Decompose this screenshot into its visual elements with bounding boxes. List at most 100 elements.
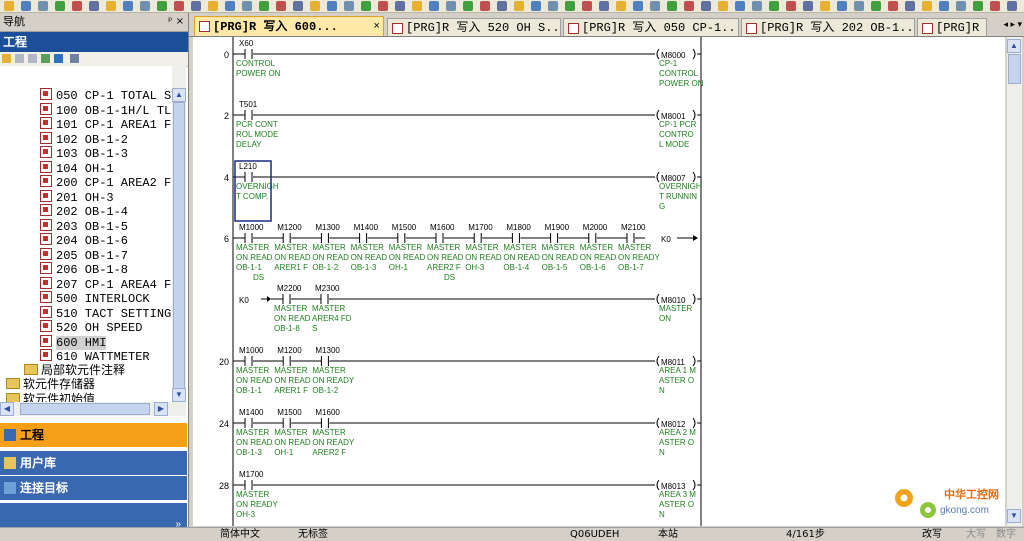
toolbar-icon[interactable]: [72, 1, 82, 11]
toolbar-icon[interactable]: [786, 1, 796, 11]
toolbar-icon[interactable]: [514, 1, 524, 11]
toolbar-icon[interactable]: [633, 1, 643, 11]
tab-program-4[interactable]: [PRG]R: [917, 18, 987, 36]
toolbar-icon[interactable]: [106, 1, 116, 11]
toolbar-icon[interactable]: [990, 1, 1000, 11]
tab-program-2[interactable]: [PRG]R 写入 050 CP-1...: [563, 18, 739, 36]
hscroll-thumb[interactable]: [20, 403, 150, 415]
tree-item[interactable]: 500 INTERLOCK: [40, 291, 150, 306]
pin-icon[interactable]: ᵖ: [168, 16, 172, 27]
toolbar-icon[interactable]: [922, 1, 932, 11]
toolbar-icon[interactable]: [191, 1, 201, 11]
coil-symbol[interactable]: [656, 417, 660, 429]
tree-item[interactable]: 200 CP-1 AREA2 FDS: [40, 175, 172, 190]
toolbar-icon[interactable]: [616, 1, 626, 11]
tree-item[interactable]: 050 CP-1 TOTAL STA: [40, 88, 172, 103]
nav-button-library[interactable]: 用户库: [0, 451, 187, 475]
editor-scroll-thumb[interactable]: [1008, 54, 1021, 84]
coil-symbol[interactable]: [656, 48, 660, 60]
toolbar-icon[interactable]: [140, 1, 150, 11]
toolbar-icon[interactable]: [327, 1, 337, 11]
tree-item[interactable]: 201 OH-3: [40, 189, 114, 205]
toolbar-icon[interactable]: [225, 1, 235, 11]
coil-symbol[interactable]: [692, 479, 696, 491]
nav-button-connection[interactable]: 连接目标: [0, 476, 187, 500]
coil-symbol[interactable]: [692, 48, 696, 60]
toolbar-icon[interactable]: [854, 1, 864, 11]
toolbar-icon[interactable]: [837, 1, 847, 11]
tree-item[interactable]: 204 OB-1-6: [40, 233, 128, 248]
toolbar-icon[interactable]: [55, 1, 65, 11]
toolbar-icon[interactable]: [293, 1, 303, 11]
toolbar-icon[interactable]: [582, 1, 592, 11]
tree-item[interactable]: 205 OB-1-7: [40, 247, 128, 263]
toolbar-icon[interactable]: [565, 1, 575, 11]
tree-item[interactable]: 101 CP-1 AREA1 FDS: [40, 117, 172, 132]
navigator-vertical-scrollbar[interactable]: ▲ ▼: [172, 66, 186, 402]
toolbar-icon[interactable]: [905, 1, 915, 11]
coil-symbol[interactable]: [692, 109, 696, 121]
ladder-diagram[interactable]: 0X60CONTROLPOWER ONM8000CP-1CONTROLPOWER…: [193, 37, 1005, 526]
tree-item[interactable]: 206 OB-1-8: [40, 262, 128, 277]
toolbar-icon[interactable]: [803, 1, 813, 11]
scroll-left-icon[interactable]: ◀: [0, 402, 14, 416]
refresh-icon[interactable]: [54, 54, 63, 63]
toolbar-icon[interactable]: [650, 1, 660, 11]
tree-item[interactable]: 104 OH-1: [40, 160, 114, 176]
ladder-editor[interactable]: 0 X60 CONTROL POWER ON M8000 CP-1 CONTROL POWER…: [193, 37, 1005, 526]
editor-scroll-up-icon[interactable]: ▲: [1007, 39, 1021, 53]
coil-symbol[interactable]: [656, 109, 660, 121]
tab-navigation-icon[interactable]: ◂ ▸ ▾: [1003, 19, 1022, 30]
coil-symbol[interactable]: [692, 417, 696, 429]
tree-item[interactable]: 102 OB-1-2: [40, 131, 128, 147]
toolbar-icon[interactable]: [684, 1, 694, 11]
editor-vertical-scrollbar[interactable]: ▲ ▼: [1007, 37, 1022, 526]
scroll-right-icon[interactable]: ▶: [154, 402, 168, 416]
toolbar-icon[interactable]: [242, 1, 252, 11]
toolbar-icon[interactable]: [361, 1, 371, 11]
nav-button-project[interactable]: 工程: [0, 423, 187, 447]
toolbar-icon[interactable]: [412, 1, 422, 11]
toolbar-icon[interactable]: [939, 1, 949, 11]
toolbar-icon[interactable]: [208, 1, 218, 11]
toolbar-icon[interactable]: [276, 1, 286, 11]
toolbar-icon[interactable]: [735, 1, 745, 11]
tree-item[interactable]: 局部软元件注释: [24, 363, 125, 378]
toolbar-icon[interactable]: [701, 1, 711, 11]
tab-close-icon[interactable]: ×: [373, 17, 380, 36]
tree-item[interactable]: 100 OB-1-1H/L TL-1: [40, 102, 172, 118]
toolbar-icon[interactable]: [123, 1, 133, 11]
close-icon[interactable]: ×: [176, 16, 184, 27]
coil-symbol[interactable]: [656, 171, 660, 183]
copy-icon[interactable]: [15, 54, 24, 63]
tree-item[interactable]: 610 WATTMETER: [40, 349, 150, 364]
toolbar-icon[interactable]: [259, 1, 269, 11]
sort-icon[interactable]: [70, 54, 79, 63]
toolbar-icon[interactable]: [752, 1, 762, 11]
tab-program-1[interactable]: [PRG]R 写入 520 OH S...: [387, 18, 561, 36]
toolbar-icon[interactable]: [4, 1, 14, 11]
toolbar-icon[interactable]: [1007, 1, 1017, 11]
toolbar-icon[interactable]: [956, 1, 966, 11]
scroll-up-icon[interactable]: ▲: [172, 88, 186, 102]
new-icon[interactable]: [2, 54, 11, 63]
toolbar-icon[interactable]: [718, 1, 728, 11]
tree-item[interactable]: 软元件存储器: [6, 378, 95, 392]
toolbar-icon[interactable]: [667, 1, 677, 11]
toolbar-icon[interactable]: [463, 1, 473, 11]
toolbar-icon[interactable]: [310, 1, 320, 11]
tree-item[interactable]: 600 HMI: [40, 334, 107, 350]
toolbar-icon[interactable]: [157, 1, 167, 11]
toolbar-icon[interactable]: [429, 1, 439, 11]
coil-symbol[interactable]: [656, 355, 660, 367]
tree-item[interactable]: 207 CP-1 AREA4 FDS: [40, 276, 172, 292]
coil-symbol[interactable]: [692, 293, 696, 305]
toolbar-icon[interactable]: [871, 1, 881, 11]
toolbar-icon[interactable]: [38, 1, 48, 11]
toolbar-icon[interactable]: [769, 1, 779, 11]
tab-program-0[interactable]: [PRG]R 写入 600... ×: [194, 16, 384, 36]
toolbar-icon[interactable]: [480, 1, 490, 11]
tab-program-3[interactable]: [PRG]R 写入 202 OB-1...: [741, 18, 915, 36]
coil-symbol[interactable]: [656, 479, 660, 491]
coil-symbol[interactable]: [692, 171, 696, 183]
